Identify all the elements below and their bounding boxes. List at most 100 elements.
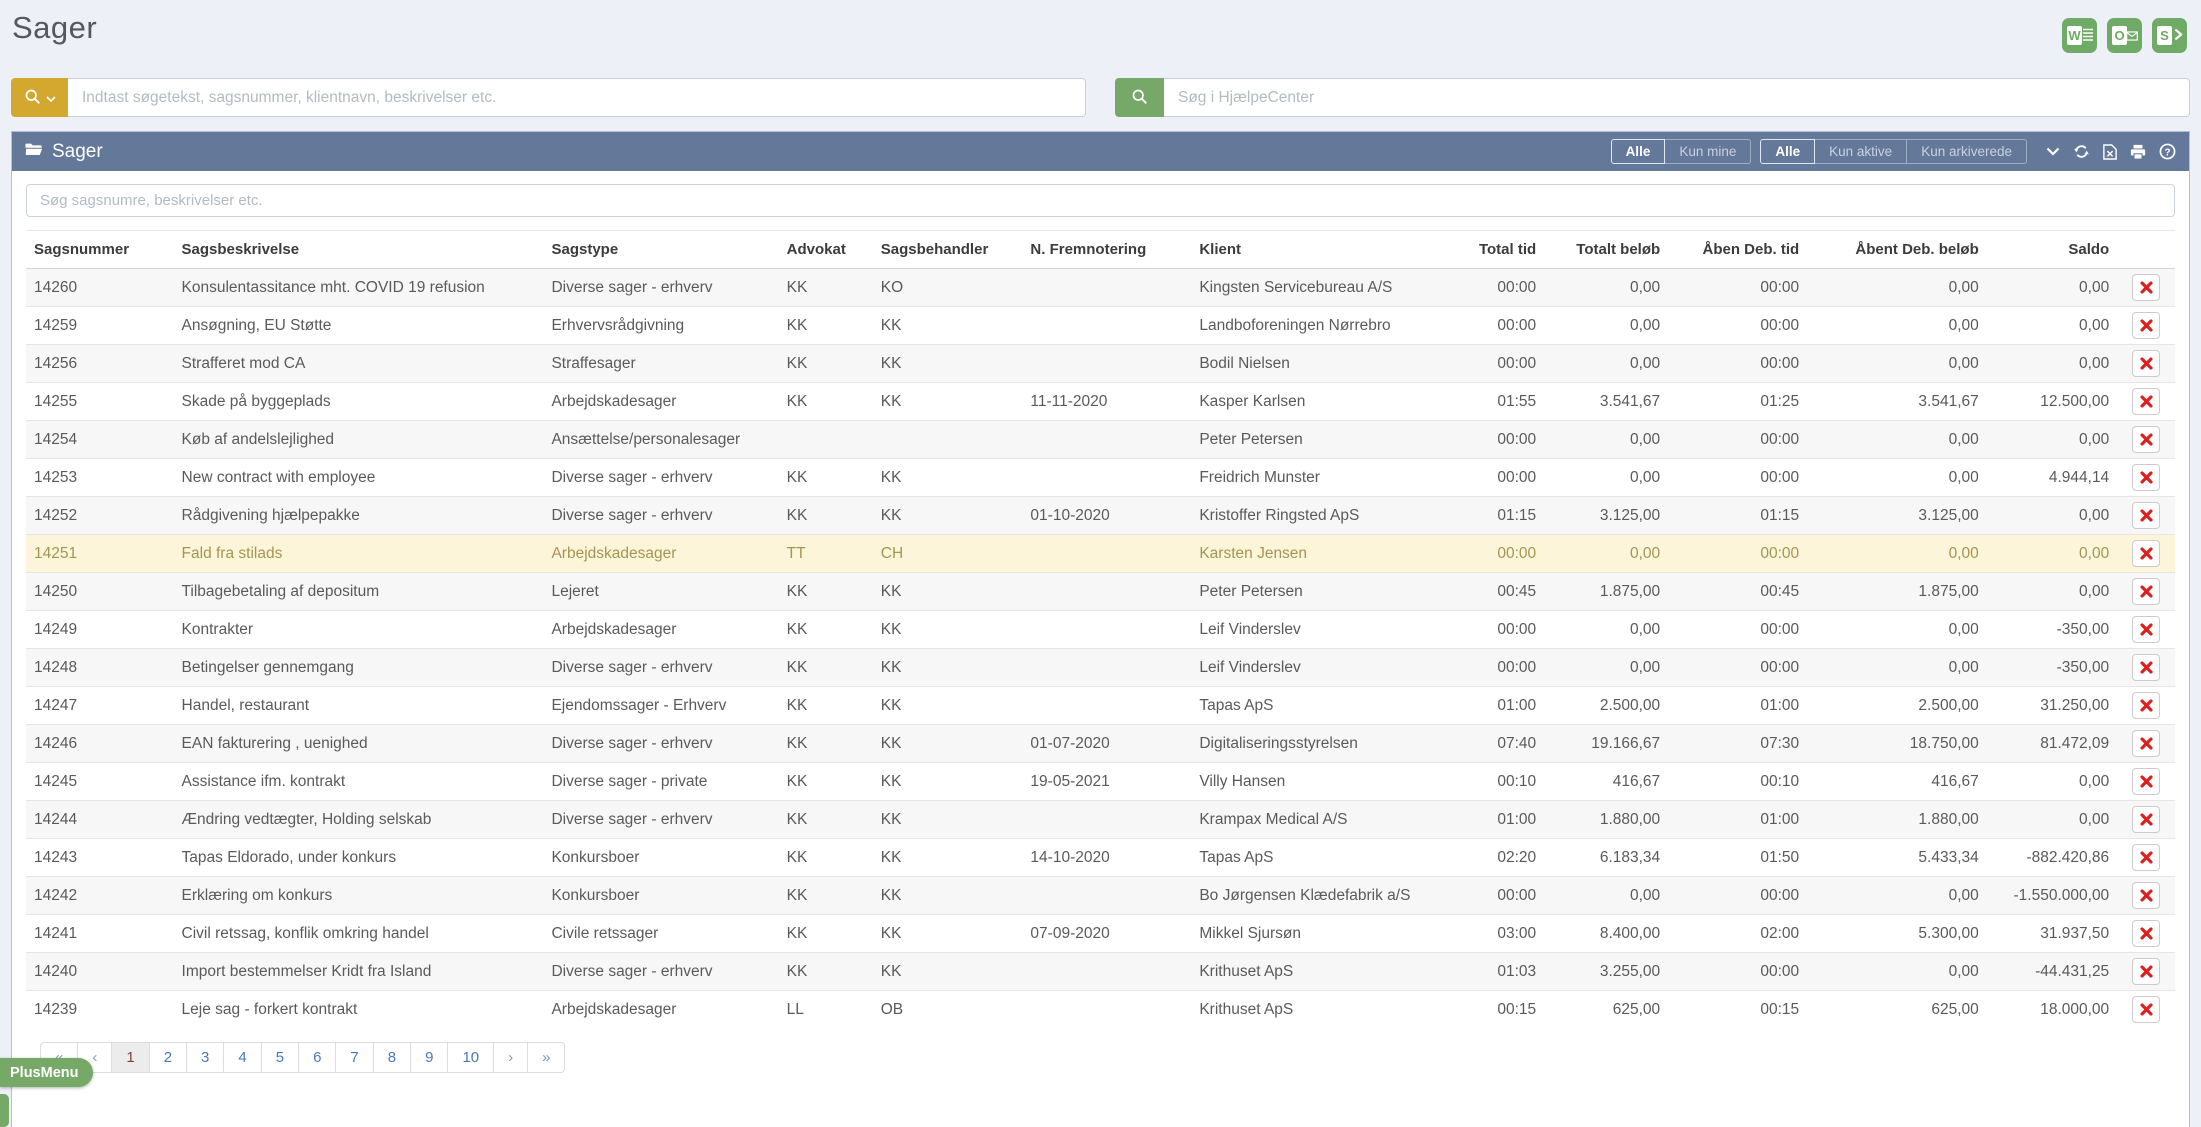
main-search-input[interactable] [68,78,1086,117]
plusmenu-tab[interactable] [0,1094,9,1127]
filter-button-alle[interactable]: Alle [1611,139,1666,164]
cell-klient: Leif Vinderslev [1191,649,1435,687]
column-header-totalt-belob[interactable]: Totalt beløb [1544,231,1668,269]
delete-case-button[interactable] [2132,882,2160,909]
page-next[interactable]: › [494,1043,528,1072]
delete-case-button[interactable] [2132,502,2160,529]
case-row-14244[interactable]: 14244Ændring vedtægter, Holding selskabD… [26,801,2175,839]
page-number-6[interactable]: 6 [299,1043,336,1072]
column-header-advokat[interactable]: Advokat [779,231,873,269]
outlook-icon-letter: O [2112,26,2127,45]
case-row-14255[interactable]: 14255Skade på byggepladsArbejdskadesager… [26,383,2175,421]
filter-button-alle[interactable]: Alle [1760,139,1815,164]
help-search-button[interactable] [1115,78,1164,117]
help-icon[interactable]: ? [2159,143,2176,160]
delete-case-button[interactable] [2132,464,2160,491]
case-row-14259[interactable]: 14259Ansøgning, EU StøtteErhvervsrådgivn… [26,307,2175,345]
delete-case-button[interactable] [2132,958,2160,985]
page-number-7[interactable]: 7 [336,1043,373,1072]
cell-klient: Karsten Jensen [1191,535,1435,573]
case-row-14252[interactable]: 14252Rådgivening hjælpepakkeDiverse sage… [26,497,2175,535]
word-icon[interactable]: W [2062,18,2097,53]
excel-export-icon[interactable] [2103,144,2117,160]
cell-aaben-deb-tid: 00:00 [1668,459,1807,497]
case-row-14254[interactable]: 14254Køb af andelslejlighedAnsættelse/pe… [26,421,2175,459]
column-header-sagstype[interactable]: Sagstype [543,231,778,269]
delete-case-button[interactable] [2132,312,2160,339]
column-header-aaben-deb-tid[interactable]: Åben Deb. tid [1668,231,1807,269]
cell-totalt-belob: 0,00 [1544,345,1668,383]
cell-sagsnummer: 14242 [26,877,174,915]
delete-case-button[interactable] [2132,388,2160,415]
cell-sagsbeskrivelse: Import bestemmelser Kridt fra Island [174,953,544,991]
delete-case-button[interactable] [2132,692,2160,719]
delete-case-button[interactable] [2132,426,2160,453]
page-number-1[interactable]: 1 [112,1043,149,1072]
case-row-14250[interactable]: 14250Tilbagebetaling af depositumLejeret… [26,573,2175,611]
cell-actions [2117,535,2175,573]
cell-aaben-deb-tid: 01:25 [1668,383,1807,421]
case-row-14243[interactable]: 14243Tapas Eldorado, under konkursKonkur… [26,839,2175,877]
cell-klient: Landboforeningen Nørrebro [1191,307,1435,345]
case-row-14246[interactable]: 14246EAN fakturering , uenighedDiverse s… [26,725,2175,763]
table-search-input[interactable] [26,184,2175,217]
help-search-input[interactable] [1164,78,2190,117]
delete-case-button[interactable] [2132,806,2160,833]
filter-button-kun-mine[interactable]: Kun mine [1665,139,1751,164]
case-row-14248[interactable]: 14248Betingelser gennemgangDiverse sager… [26,649,2175,687]
page-last[interactable]: » [528,1043,564,1072]
cell-advokat: KK [779,573,873,611]
delete-case-button[interactable] [2132,996,2160,1023]
column-header-sagsbeskrivelse[interactable]: Sagsbeskrivelse [174,231,544,269]
cell-actions [2117,497,2175,535]
cell-sagsbehandler: KK [873,649,1023,687]
cell-saldo: 0,00 [1987,345,2117,383]
page-number-8[interactable]: 8 [374,1043,411,1072]
case-row-14239[interactable]: 14239Leje sag - forkert kontraktArbejdsk… [26,991,2175,1029]
page-number-2[interactable]: 2 [150,1043,187,1072]
page-number-3[interactable]: 3 [187,1043,224,1072]
print-icon[interactable] [2130,144,2146,160]
column-header-total-tid[interactable]: Total tid [1435,231,1544,269]
cell-sagsbehandler: CH [873,535,1023,573]
column-header-saldo[interactable]: Saldo [1987,231,2117,269]
page-number-5[interactable]: 5 [262,1043,299,1072]
collapse-chevron-icon[interactable] [2046,147,2060,156]
delete-case-button[interactable] [2132,768,2160,795]
delete-case-button[interactable] [2132,540,2160,567]
filter-button-kun-aktive[interactable]: Kun aktive [1815,139,1906,164]
sharepoint-icon[interactable]: S [2152,18,2187,53]
case-row-14247[interactable]: 14247Handel, restaurantEjendomssager - E… [26,687,2175,725]
delete-case-button[interactable] [2132,920,2160,947]
delete-case-button[interactable] [2132,350,2160,377]
delete-case-button[interactable] [2132,578,2160,605]
column-header-klient[interactable]: Klient [1191,231,1435,269]
case-row-14245[interactable]: 14245Assistance ifm. kontraktDiverse sag… [26,763,2175,801]
case-row-14249[interactable]: 14249KontrakterArbejdskadesagerKKKKLeif … [26,611,2175,649]
outlook-icon[interactable]: O [2107,18,2142,53]
delete-case-button[interactable] [2132,616,2160,643]
plusmenu-button[interactable]: PlusMenu [0,1058,93,1087]
case-row-14251[interactable]: 14251Fald fra stiladsArbejdskadesagerTTC… [26,535,2175,573]
delete-case-button[interactable] [2132,730,2160,757]
delete-case-button[interactable] [2132,844,2160,871]
refresh-icon[interactable] [2073,143,2090,160]
page-number-9[interactable]: 9 [411,1043,448,1072]
case-row-14260[interactable]: 14260Konsulentassitance mht. COVID 19 re… [26,269,2175,307]
case-row-14242[interactable]: 14242Erklæring om konkursKonkursboerKKKK… [26,877,2175,915]
case-row-14253[interactable]: 14253New contract with employeeDiverse s… [26,459,2175,497]
delete-case-button[interactable] [2132,654,2160,681]
delete-case-button[interactable] [2132,274,2160,301]
filter-button-kun-arkiverede[interactable]: Kun arkiverede [1906,139,2027,164]
case-row-14241[interactable]: 14241Civil retssag, konflik omkring hand… [26,915,2175,953]
page-number-4[interactable]: 4 [224,1043,261,1072]
page-number-10[interactable]: 10 [448,1043,494,1072]
case-row-14256[interactable]: 14256Strafferet mod CAStraffesagerKKKKBo… [26,345,2175,383]
column-header-sagsbehandler[interactable]: Sagsbehandler [873,231,1023,269]
case-row-14240[interactable]: 14240Import bestemmelser Kridt fra Islan… [26,953,2175,991]
column-header-sagsnummer[interactable]: Sagsnummer [26,231,174,269]
main-search-button[interactable] [11,78,68,117]
column-header-fremnotering[interactable]: N. Fremnotering [1022,231,1191,269]
cell-sagsbeskrivelse: Ændring vedtægter, Holding selskab [174,801,544,839]
column-header-aabent-deb-belob[interactable]: Åbent Deb. beløb [1807,231,1987,269]
